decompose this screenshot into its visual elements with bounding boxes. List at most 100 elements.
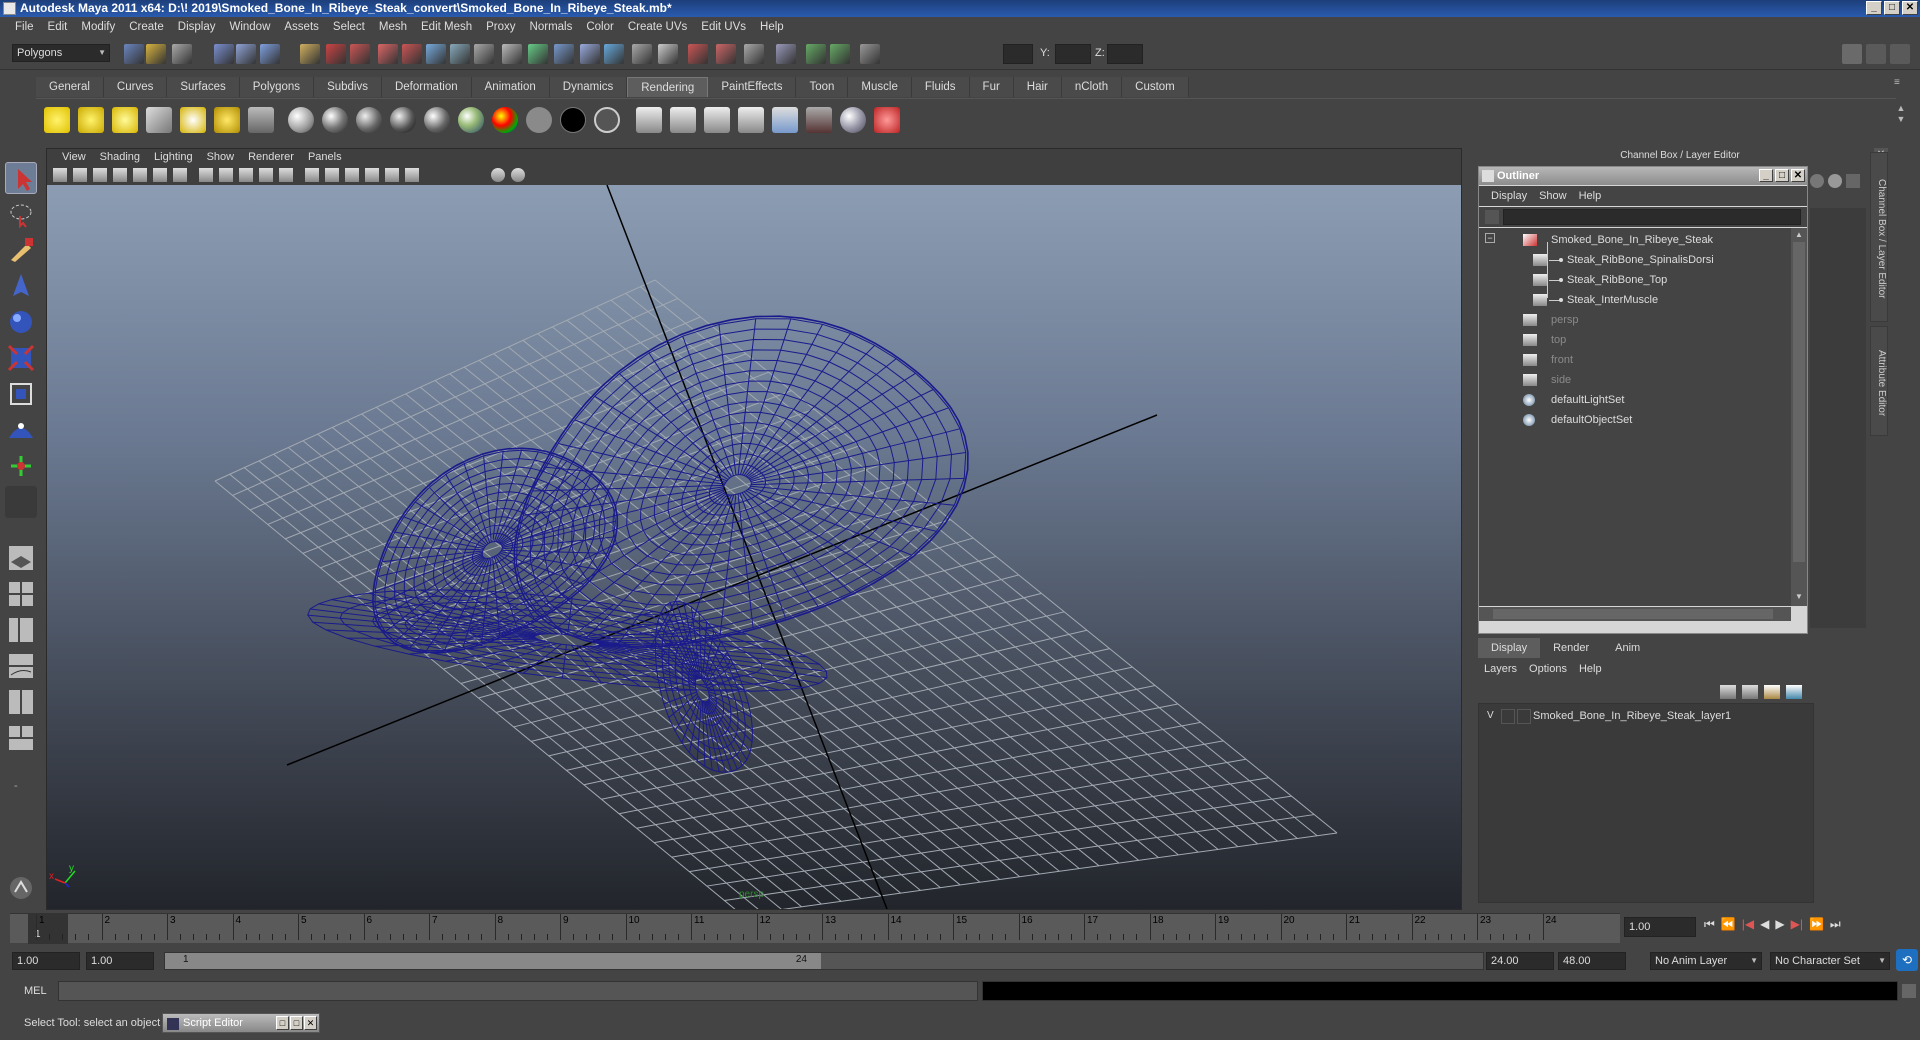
outliner-vscroll-thumb[interactable] bbox=[1793, 242, 1805, 562]
viewport-menu-panels[interactable]: Panels bbox=[301, 149, 349, 166]
move-layer-down-icon[interactable] bbox=[1742, 685, 1758, 699]
outliner-menu-display[interactable]: Display bbox=[1485, 186, 1533, 206]
viewport-select-camera-icon[interactable] bbox=[53, 168, 67, 182]
select-surfaces-icon[interactable] bbox=[402, 44, 422, 64]
select-deformations-icon[interactable] bbox=[426, 44, 446, 64]
outliner-titlebar[interactable]: Outliner _ □ ✕ bbox=[1479, 167, 1807, 185]
animation-end-field[interactable]: 48.00 bbox=[1558, 952, 1626, 970]
tool-settings-toggle-icon[interactable] bbox=[1890, 44, 1910, 64]
viewport-canvas[interactable]: persp y x bbox=[47, 185, 1461, 909]
select-curves-icon[interactable] bbox=[378, 44, 398, 64]
outliner-close-button[interactable]: ✕ bbox=[1791, 169, 1805, 182]
batch-render-icon[interactable] bbox=[806, 107, 832, 133]
outliner-item[interactable]: Steak_RibBone_Top bbox=[1479, 270, 1791, 290]
move-layer-up-icon[interactable] bbox=[1720, 685, 1736, 699]
step-forward-key-icon[interactable]: ⏩ bbox=[1809, 917, 1824, 937]
viewport-bounding-box-icon[interactable] bbox=[365, 168, 379, 182]
quick-layout-icon[interactable] bbox=[5, 872, 37, 904]
persp-graph-layout-icon[interactable] bbox=[5, 650, 37, 682]
perspective-viewport[interactable]: View Shading Lighting Show Renderer Panels pe… bbox=[46, 148, 1462, 910]
menu-select[interactable]: Select bbox=[326, 21, 372, 33]
command-input[interactable] bbox=[58, 981, 978, 1001]
viewport-gate-mask-icon[interactable] bbox=[199, 168, 213, 182]
character-set-dropdown[interactable]: No Character Set bbox=[1770, 952, 1890, 970]
outliner-minimize-button[interactable]: _ bbox=[1759, 169, 1773, 182]
playback-start-field[interactable]: 1.00 bbox=[86, 952, 154, 970]
viewport-lights-icon[interactable] bbox=[405, 168, 419, 182]
paint-canvas-icon[interactable] bbox=[874, 107, 900, 133]
menu-edit-mesh[interactable]: Edit Mesh bbox=[414, 21, 479, 33]
viewport-wireframe-shading-icon[interactable] bbox=[279, 168, 293, 182]
viewport-menu-view[interactable]: View bbox=[55, 149, 93, 166]
render-settings-window-icon[interactable] bbox=[738, 107, 764, 133]
outliner-item[interactable]: defaultLightSet bbox=[1479, 390, 1791, 410]
relative-transform-icon[interactable] bbox=[860, 44, 880, 64]
show-hypershade-icon[interactable] bbox=[776, 44, 796, 64]
channelbox-icon-1[interactable] bbox=[1810, 174, 1824, 188]
outliner-item[interactable]: top bbox=[1479, 330, 1791, 350]
viewport-isolate-select-icon[interactable] bbox=[471, 168, 485, 182]
outliner-menu-help[interactable]: Help bbox=[1573, 186, 1608, 206]
surface-shader-ball-icon[interactable] bbox=[526, 107, 552, 133]
move-tool-icon[interactable] bbox=[5, 270, 37, 302]
soft-modification-tool-icon[interactable] bbox=[5, 414, 37, 446]
viewport-textured-icon[interactable] bbox=[385, 168, 399, 182]
area-light-icon[interactable] bbox=[180, 107, 206, 133]
menu-normals[interactable]: Normals bbox=[523, 21, 580, 33]
outliner-item[interactable]: Steak_RibBone_SpinalisDorsi bbox=[1479, 250, 1791, 270]
viewport-smooth-shading-icon[interactable] bbox=[305, 168, 319, 182]
anim-layer-dropdown[interactable]: No Anim Layer bbox=[1650, 952, 1762, 970]
outliner-item[interactable]: Smoked_Bone_In_Ribeye_Steak bbox=[1479, 230, 1791, 250]
layer-tab-anim[interactable]: Anim bbox=[1602, 638, 1653, 658]
attribute-editor-toggle-icon[interactable] bbox=[1866, 44, 1886, 64]
shelf-tab-subdivs[interactable]: Subdivs bbox=[314, 77, 382, 97]
shelf-tab-animation[interactable]: Animation bbox=[471, 77, 550, 97]
snap-to-points-icon[interactable] bbox=[580, 44, 600, 64]
directional-light-icon[interactable] bbox=[78, 107, 104, 133]
select-by-component-icon[interactable] bbox=[260, 44, 280, 64]
new-empty-layer-icon[interactable] bbox=[1764, 685, 1780, 699]
menu-help[interactable]: Help bbox=[753, 21, 791, 33]
shelf-tab-muscle[interactable]: Muscle bbox=[848, 77, 912, 97]
outliner-menu-show[interactable]: Show bbox=[1533, 186, 1573, 206]
outliner-vscrollbar[interactable]: ▲ ▼ bbox=[1791, 228, 1807, 606]
shelf-tab-rendering[interactable]: Rendering bbox=[627, 77, 709, 97]
menu-color[interactable]: Color bbox=[579, 21, 620, 33]
menu-file[interactable]: File bbox=[8, 21, 41, 33]
persp-outliner-layout-icon[interactable] bbox=[5, 614, 37, 646]
spot-light-icon[interactable] bbox=[146, 107, 172, 133]
layer-color-swatch[interactable] bbox=[1517, 709, 1531, 724]
ipr-render-icon[interactable] bbox=[704, 107, 730, 133]
outliner-item[interactable]: persp bbox=[1479, 310, 1791, 330]
hypershade-icon[interactable] bbox=[772, 107, 798, 133]
viewport-shadows-icon[interactable] bbox=[431, 168, 445, 182]
shelf-menu-icon[interactable]: ≡ bbox=[1894, 77, 1908, 97]
anisotropic-ball-icon[interactable] bbox=[424, 107, 450, 133]
phong-ball-icon[interactable] bbox=[356, 107, 382, 133]
render-current-frame-icon[interactable] bbox=[688, 44, 708, 64]
menu-create-uvs[interactable]: Create UVs bbox=[621, 21, 694, 33]
lasso-tool-icon[interactable] bbox=[5, 198, 37, 230]
menu-edit-uvs[interactable]: Edit UVs bbox=[694, 21, 753, 33]
scroll-up-icon[interactable]: ▲ bbox=[1793, 230, 1805, 242]
playback-end-field[interactable]: 24.00 bbox=[1486, 952, 1554, 970]
viewport-film-gate-icon[interactable] bbox=[153, 168, 167, 182]
shelf-tab-surfaces[interactable]: Surfaces bbox=[167, 77, 240, 97]
shelf-tab-fluids[interactable]: Fluids bbox=[911, 77, 970, 97]
lambert-ball-icon[interactable] bbox=[288, 107, 314, 133]
phonge-ball-icon[interactable] bbox=[390, 107, 416, 133]
auto-key-icon[interactable]: ⟲ bbox=[1896, 949, 1918, 971]
menu-create[interactable]: Create bbox=[122, 21, 171, 33]
menu-set-dropdown[interactable]: Polygons bbox=[12, 44, 110, 62]
menu-assets[interactable]: Assets bbox=[277, 21, 326, 33]
show-manipulator-icon[interactable] bbox=[5, 450, 37, 482]
layer-tab-display[interactable]: Display bbox=[1478, 638, 1541, 658]
layered-shader-ball-icon[interactable] bbox=[458, 107, 484, 133]
outliner-hscrollbar[interactable] bbox=[1479, 607, 1791, 621]
select-by-object-icon[interactable] bbox=[236, 44, 256, 64]
z-field[interactable] bbox=[1107, 44, 1143, 64]
shelf-tab-fur[interactable]: Fur bbox=[969, 77, 1014, 97]
blinn-ball-icon[interactable] bbox=[322, 107, 348, 133]
input-operations-icon[interactable] bbox=[806, 44, 826, 64]
outliner-filter-icon[interactable] bbox=[1485, 210, 1499, 224]
